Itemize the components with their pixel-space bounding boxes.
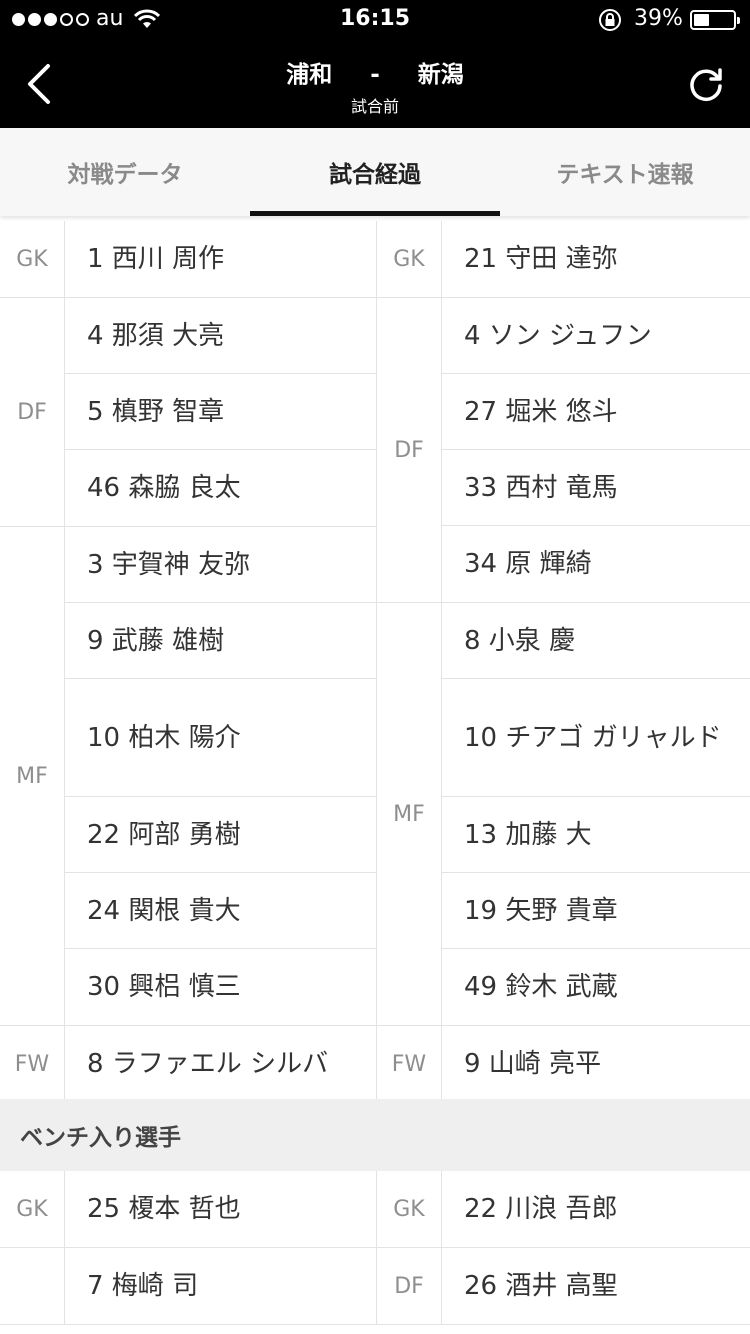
tab-match-data[interactable]: 対戦データ <box>0 128 250 216</box>
player-row[interactable]: 10 柏木 陽介 <box>65 679 376 797</box>
tab-match-progress[interactable]: 試合経過 <box>250 128 500 216</box>
position-group: DF 4 那須 大亮 5 槙野 智章 46 森脇 良太 <box>0 298 376 527</box>
position-label: GK <box>377 1171 442 1247</box>
position-label: GK <box>0 1171 65 1247</box>
player-list: 22 川浪 吾郎 <box>442 1171 750 1247</box>
refresh-icon[interactable] <box>686 64 726 104</box>
player-list: 21 守田 達弥 <box>442 221 750 297</box>
player-list: 3 宇賀神 友弥 9 武藤 雄樹 10 柏木 陽介 22 阿部 勇樹 24 関根 貴大 3… <box>65 527 376 1025</box>
top-bar: au 16:15 39% 浦和 - 新潟 試合前 <box>0 0 750 128</box>
battery-nub <box>737 17 740 24</box>
player-row[interactable]: 9 武藤 雄樹 <box>65 603 376 679</box>
player-row[interactable]: 25 榎本 哲也 <box>65 1171 376 1247</box>
player-list: 4 ソン ジュフン 27 堀米 悠斗 33 西村 竜馬 34 原 輝綺 <box>442 298 750 602</box>
player-list: 26 酒井 高聖 <box>442 1248 750 1324</box>
player-row[interactable]: 26 酒井 高聖 <box>442 1248 750 1324</box>
position-label: DF <box>0 298 65 526</box>
position-label: DF <box>377 1248 442 1324</box>
player-list: 9 山崎 亮平 <box>442 1026 750 1102</box>
position-group: FW 8 ラファエル シルバ <box>0 1026 376 1103</box>
home-team-column: GK 1 西川 周作 DF 4 那須 大亮 5 槙野 智章 46 森脇 良太 MF 3 宇賀神… <box>0 221 376 1103</box>
player-row[interactable]: 49 鈴木 武蔵 <box>442 949 750 1025</box>
position-group: MF 8 小泉 慶 10 チアゴ ガリャルド 13 加藤 大 19 矢野 貴章 49 鈴木… <box>377 603 750 1026</box>
away-team-column: GK 21 守田 達弥 DF 4 ソン ジュフン 27 堀米 悠斗 33 西村 竜馬 34 … <box>376 221 750 1103</box>
player-list: 4 那須 大亮 5 槙野 智章 46 森脇 良太 <box>65 298 376 526</box>
position-group: DF 26 酒井 高聖 <box>377 1248 750 1325</box>
bench-section-title: ベンチ入り選手 <box>0 1099 750 1171</box>
position-label: MF <box>0 527 65 1025</box>
player-row[interactable]: 4 那須 大亮 <box>65 298 376 374</box>
position-label: GK <box>0 221 65 297</box>
player-list: 1 西川 周作 <box>65 221 376 297</box>
player-row[interactable]: 4 ソン ジュフン <box>442 298 750 374</box>
status-bar: au 16:15 39% <box>0 0 750 40</box>
player-list: 8 小泉 慶 10 チアゴ ガリャルド 13 加藤 大 19 矢野 貴章 49 鈴木 武… <box>442 603 750 1025</box>
away-team-name: 新潟 <box>417 62 464 88</box>
player-row[interactable]: 27 堀米 悠斗 <box>442 374 750 450</box>
position-group: 7 梅崎 司 <box>0 1248 376 1325</box>
player-row[interactable]: 21 守田 達弥 <box>442 221 750 297</box>
player-row[interactable]: 7 梅崎 司 <box>65 1248 376 1324</box>
position-label: FW <box>377 1026 442 1102</box>
player-row[interactable]: 10 チアゴ ガリャルド <box>442 679 750 797</box>
player-row[interactable]: 33 西村 竜馬 <box>442 450 750 526</box>
away-team-column: GK 22 川浪 吾郎 DF 26 酒井 高聖 <box>376 1171 750 1325</box>
home-team-column: GK 25 榎本 哲也 7 梅崎 司 <box>0 1171 376 1325</box>
player-row[interactable]: 1 西川 周作 <box>65 221 376 297</box>
tab-bar: 対戦データ 試合経過 テキスト速報 <box>0 128 750 216</box>
position-label: MF <box>377 603 442 1025</box>
position-group: GK 1 西川 周作 <box>0 221 376 298</box>
player-row[interactable]: 22 阿部 勇樹 <box>65 797 376 873</box>
player-row[interactable]: 30 興梠 慎三 <box>65 949 376 1025</box>
player-list: 7 梅崎 司 <box>65 1248 376 1324</box>
position-group: GK 21 守田 達弥 <box>377 221 750 298</box>
position-label: FW <box>0 1026 65 1102</box>
player-row[interactable]: 46 森脇 良太 <box>65 450 376 526</box>
player-row[interactable]: 9 山崎 亮平 <box>442 1026 750 1102</box>
player-row[interactable]: 34 原 輝綺 <box>442 526 750 602</box>
position-label: DF <box>377 298 442 602</box>
team-separator: - <box>370 62 380 88</box>
position-group: GK 22 川浪 吾郎 <box>377 1171 750 1248</box>
tab-text-live[interactable]: テキスト速報 <box>500 128 750 216</box>
player-row[interactable]: 5 槙野 智章 <box>65 374 376 450</box>
home-team-name: 浦和 <box>286 62 333 88</box>
player-row[interactable]: 19 矢野 貴章 <box>442 873 750 949</box>
match-phase: 試合前 <box>350 97 399 116</box>
position-label: GK <box>377 221 442 297</box>
player-row[interactable]: 13 加藤 大 <box>442 797 750 873</box>
bench-lineup: GK 25 榎本 哲也 7 梅崎 司 GK 22 川浪 吾郎 DF 26 酒井 高聖 <box>0 1171 750 1334</box>
position-group: MF 3 宇賀神 友弥 9 武藤 雄樹 10 柏木 陽介 22 阿部 勇樹 24 関根 貴… <box>0 527 376 1026</box>
position-group: GK 25 榎本 哲也 <box>0 1171 376 1248</box>
position-group: DF 4 ソン ジュフン 27 堀米 悠斗 33 西村 竜馬 34 原 輝綺 <box>377 298 750 603</box>
rotation-lock-icon <box>599 9 621 31</box>
battery-percent: 39% <box>634 6 683 31</box>
battery-icon <box>690 10 740 30</box>
position-label <box>0 1248 65 1324</box>
player-row[interactable]: 8 ラファエル シルバ <box>65 1026 376 1102</box>
match-title: 浦和 - 新潟 <box>0 55 750 89</box>
player-row[interactable]: 24 関根 貴大 <box>65 873 376 949</box>
player-row[interactable]: 3 宇賀神 友弥 <box>65 527 376 603</box>
player-list: 8 ラファエル シルバ <box>65 1026 376 1102</box>
player-list: 25 榎本 哲也 <box>65 1171 376 1247</box>
position-group: FW 9 山崎 亮平 <box>377 1026 750 1103</box>
battery-level <box>694 14 709 26</box>
player-row[interactable]: 22 川浪 吾郎 <box>442 1171 750 1247</box>
player-row[interactable]: 8 小泉 慶 <box>442 603 750 679</box>
